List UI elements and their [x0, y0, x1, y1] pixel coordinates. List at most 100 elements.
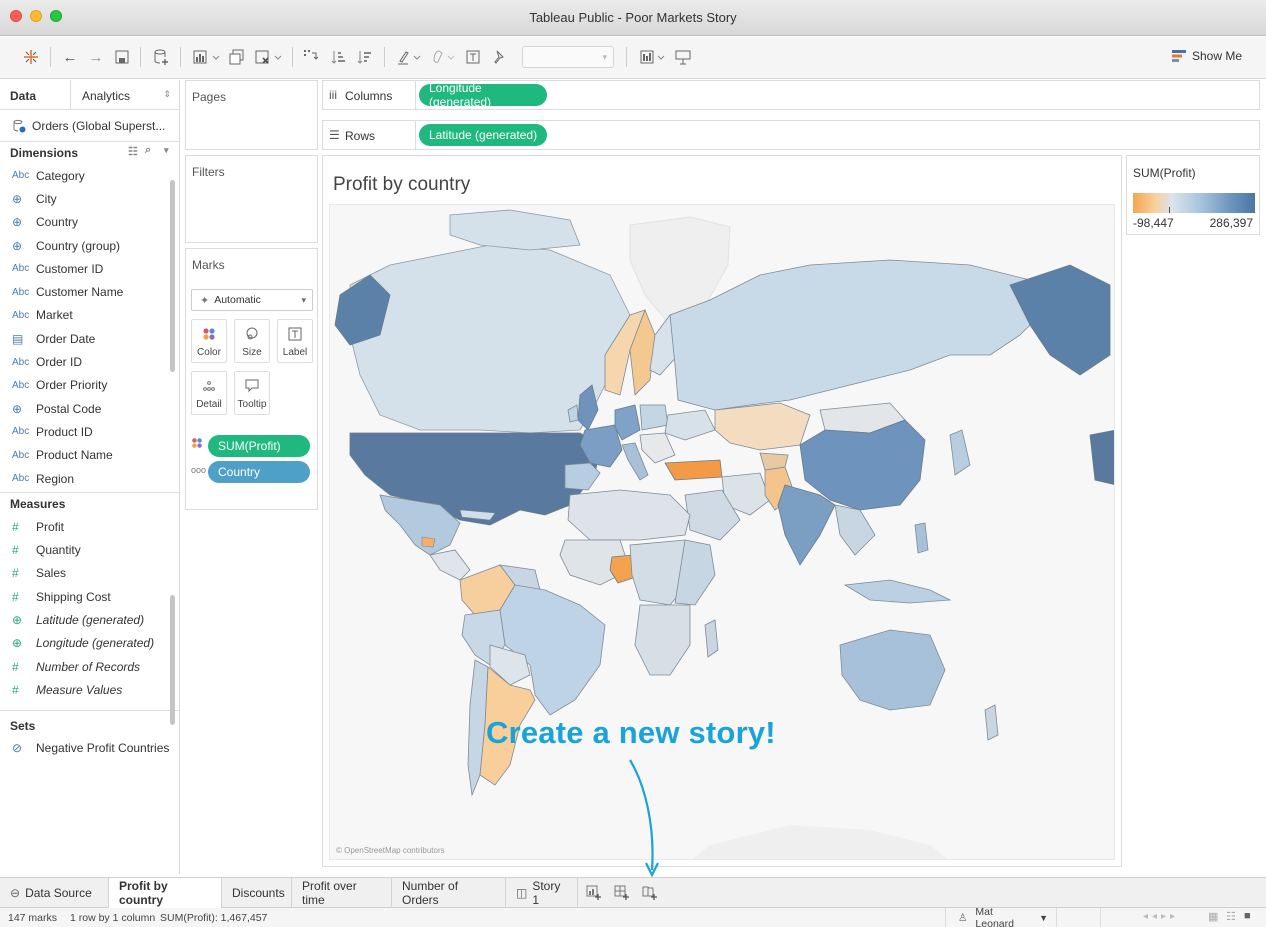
country-australia[interactable]: [839, 629, 946, 711]
country-north-africa[interactable]: [567, 489, 691, 541]
field-city[interactable]: ⊕ City: [0, 187, 179, 210]
tooltip-button[interactable]: Tooltip: [234, 371, 270, 415]
country-balkans[interactable]: [639, 432, 676, 464]
back-arrow-icon[interactable]: ←: [60, 46, 80, 68]
measure-number-of-records[interactable]: # Number of Records: [0, 655, 179, 678]
country-poland[interactable]: [639, 404, 669, 431]
field-region[interactable]: Abc Region: [0, 467, 179, 490]
country-ukraine[interactable]: [664, 409, 716, 441]
map-view[interactable]: © OpenStreetMap contributors: [329, 204, 1115, 860]
tab-profit-by-country[interactable]: Profit by country: [109, 878, 222, 908]
country-philippines[interactable]: [914, 522, 929, 554]
new-dashboard-tab-icon[interactable]: [614, 885, 630, 904]
clear-sheet-icon[interactable]: [252, 46, 286, 68]
measure-shipping-cost[interactable]: # Shipping Cost: [0, 585, 179, 608]
filmstrip-view-icon[interactable]: ▦: [1208, 910, 1218, 923]
tab-number-of-orders[interactable]: Number of Orders: [392, 878, 506, 908]
color-legend[interactable]: SUM(Profit) -98,447 286,397: [1126, 155, 1260, 235]
country-central-america[interactable]: [429, 549, 471, 581]
field-market[interactable]: Abc Market: [0, 304, 179, 327]
group-members-icon[interactable]: [428, 46, 460, 68]
measure-sales[interactable]: # Sales: [0, 562, 179, 585]
size-button[interactable]: Size: [234, 319, 270, 363]
sum-profit-pill[interactable]: SUM(Profit): [208, 435, 310, 457]
latitude-pill[interactable]: Latitude (generated): [419, 124, 547, 146]
tab-data-source[interactable]: ⊖ Data Source: [0, 878, 109, 908]
tab-story-1[interactable]: ◫ Story 1: [506, 878, 578, 908]
tab-menu-icon[interactable]: ⇕: [163, 89, 171, 100]
country-canada-islands[interactable]: [449, 209, 581, 251]
longitude-pill[interactable]: Longitude (generated): [419, 81, 547, 109]
mark-type-dropdown[interactable]: ✦ Automatic ▾: [191, 289, 313, 311]
measures-scrollbar[interactable]: [170, 595, 175, 725]
field-product-id[interactable]: Abc Product ID: [0, 420, 179, 443]
country-madagascar[interactable]: [704, 619, 719, 658]
view-title[interactable]: Profit by country: [333, 174, 470, 196]
field-order-id[interactable]: Abc Order ID: [0, 350, 179, 373]
field-product-name[interactable]: Abc Product Name: [0, 444, 179, 467]
show-cards-icon[interactable]: [638, 46, 670, 68]
columns-shelf[interactable]: iii Columns Longitude (generated): [322, 80, 1260, 110]
country-southern-africa[interactable]: [634, 604, 691, 676]
user-menu[interactable]: ♙ Mat Leonard ▼: [945, 906, 1057, 927]
fit-dropdown[interactable]: ▾: [522, 46, 614, 68]
dimensions-scrollbar[interactable]: [170, 180, 175, 372]
country-new-zealand[interactable]: [984, 704, 999, 741]
presentation-mode-icon[interactable]: [672, 46, 694, 68]
country-usa-east-edge[interactable]: [1089, 429, 1115, 485]
search-icon[interactable]: ⌕: [145, 144, 151, 157]
filters-card[interactable]: Filters: [185, 155, 318, 243]
detail-button[interactable]: Detail: [191, 371, 227, 415]
fix-axes-icon[interactable]: [488, 46, 510, 68]
country-kazakhstan[interactable]: [714, 402, 811, 451]
view-as-list-icon[interactable]: ☷: [128, 145, 138, 158]
new-worksheet-tab-icon[interactable]: [586, 885, 602, 904]
measure-measure-values[interactable]: # Measure Values: [0, 678, 179, 701]
save-icon[interactable]: [112, 46, 132, 68]
country-afghanistan[interactable]: [759, 452, 789, 471]
show-mark-labels-icon[interactable]: [462, 46, 484, 68]
label-button[interactable]: Label: [277, 319, 313, 363]
tab-data[interactable]: Data: [10, 89, 36, 103]
grid-view-icon[interactable]: ☷: [1226, 910, 1236, 923]
country-honduras[interactable]: [421, 536, 436, 548]
field-negative-profit-countries[interactable]: ⊘ Negative Profit Countries: [0, 737, 179, 760]
sheet-navigation-icons[interactable]: ◂◂▸▸: [1143, 911, 1179, 922]
measure-longitude-generated[interactable]: ⊕ Longitude (generated): [0, 632, 179, 655]
show-me-button[interactable]: Show Me: [1171, 49, 1242, 63]
field-order-date[interactable]: ▤ Order Date: [0, 327, 179, 350]
country-pill[interactable]: Country: [208, 461, 310, 483]
new-datasource-icon[interactable]: [150, 46, 172, 68]
world-map[interactable]: [330, 205, 1115, 860]
data-source-item[interactable]: Orders (Global Superst...: [0, 110, 179, 142]
tab-profit-over-time[interactable]: Profit over time: [292, 878, 392, 908]
country-indonesia[interactable]: [843, 579, 952, 604]
pages-card[interactable]: Pages: [185, 80, 318, 150]
chevron-down-icon[interactable]: ▾: [164, 145, 169, 156]
field-country-group[interactable]: ⊕ Country (group): [0, 234, 179, 257]
rows-shelf[interactable]: ☰ Rows Latitude (generated): [322, 120, 1260, 150]
country-japan[interactable]: [949, 429, 971, 476]
country-southeast-asia[interactable]: [834, 504, 876, 556]
color-button[interactable]: Color: [191, 319, 227, 363]
measure-latitude-generated[interactable]: ⊕ Latitude (generated): [0, 608, 179, 631]
field-country[interactable]: ⊕ Country: [0, 211, 179, 234]
swap-rows-columns-icon[interactable]: [300, 46, 322, 68]
tabs-view-icon[interactable]: ■: [1244, 910, 1251, 922]
tab-analytics[interactable]: Analytics: [82, 89, 130, 103]
field-postal-code[interactable]: ⊕ Postal Code: [0, 397, 179, 420]
measure-profit[interactable]: # Profit: [0, 515, 179, 538]
sort-ascending-icon[interactable]: [328, 46, 350, 68]
country-germany[interactable]: [614, 404, 641, 441]
new-worksheet-icon[interactable]: [190, 46, 224, 68]
duplicate-sheet-icon[interactable]: [226, 46, 248, 68]
country-russia[interactable]: [669, 259, 1051, 411]
field-order-priority[interactable]: Abc Order Priority: [0, 374, 179, 397]
new-story-tab-icon[interactable]: [642, 885, 658, 904]
sort-descending-icon[interactable]: [354, 46, 376, 68]
tab-discounts[interactable]: Discounts: [222, 878, 292, 908]
field-customer-name[interactable]: Abc Customer Name: [0, 280, 179, 303]
forward-arrow-icon[interactable]: →: [86, 46, 106, 68]
highlight-icon[interactable]: [394, 46, 426, 68]
tableau-logo-icon[interactable]: [20, 46, 42, 68]
